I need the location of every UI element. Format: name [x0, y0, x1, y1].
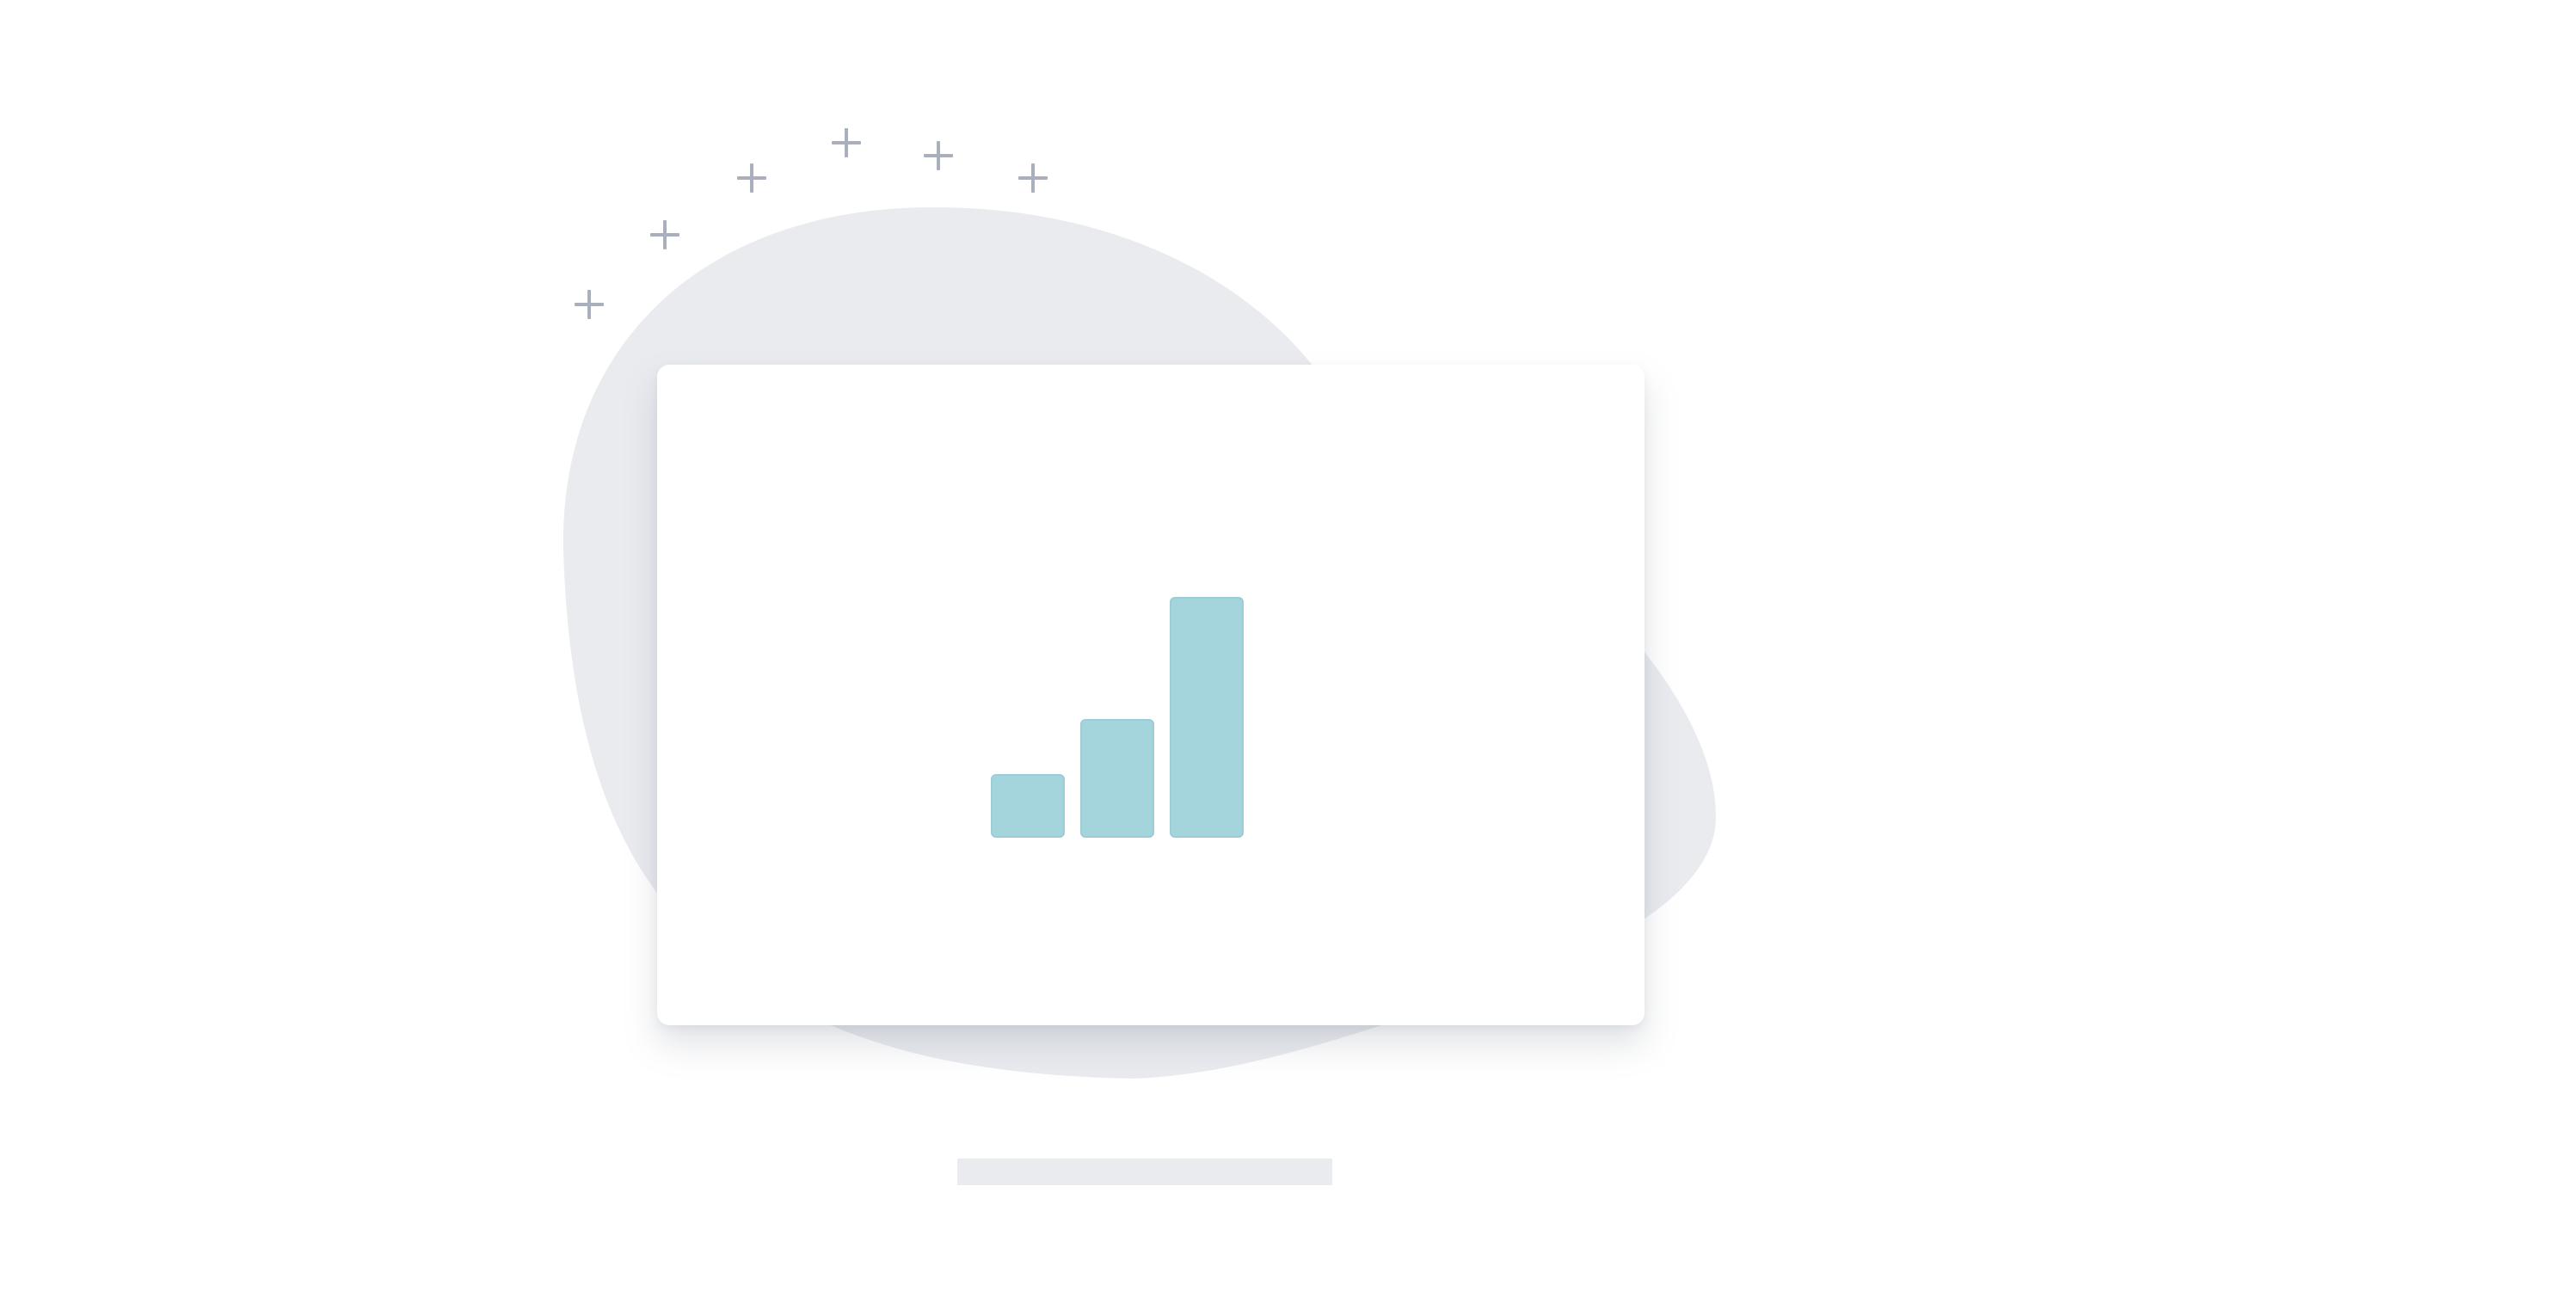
card-stand: [957, 1159, 1332, 1185]
empty-state-illustration: [0, 0, 2576, 1297]
plus-icon: [832, 128, 861, 157]
plus-icon: [575, 290, 604, 319]
bar-small: [991, 774, 1065, 838]
plus-icon: [1018, 163, 1048, 193]
bar-medium: [1080, 719, 1154, 838]
chart-card: [657, 365, 1645, 1025]
bar-chart-icon: [991, 597, 1249, 855]
plus-icon: [737, 163, 766, 193]
plus-icon: [924, 141, 953, 170]
plus-icon: [650, 220, 679, 249]
bar-large: [1170, 597, 1244, 838]
